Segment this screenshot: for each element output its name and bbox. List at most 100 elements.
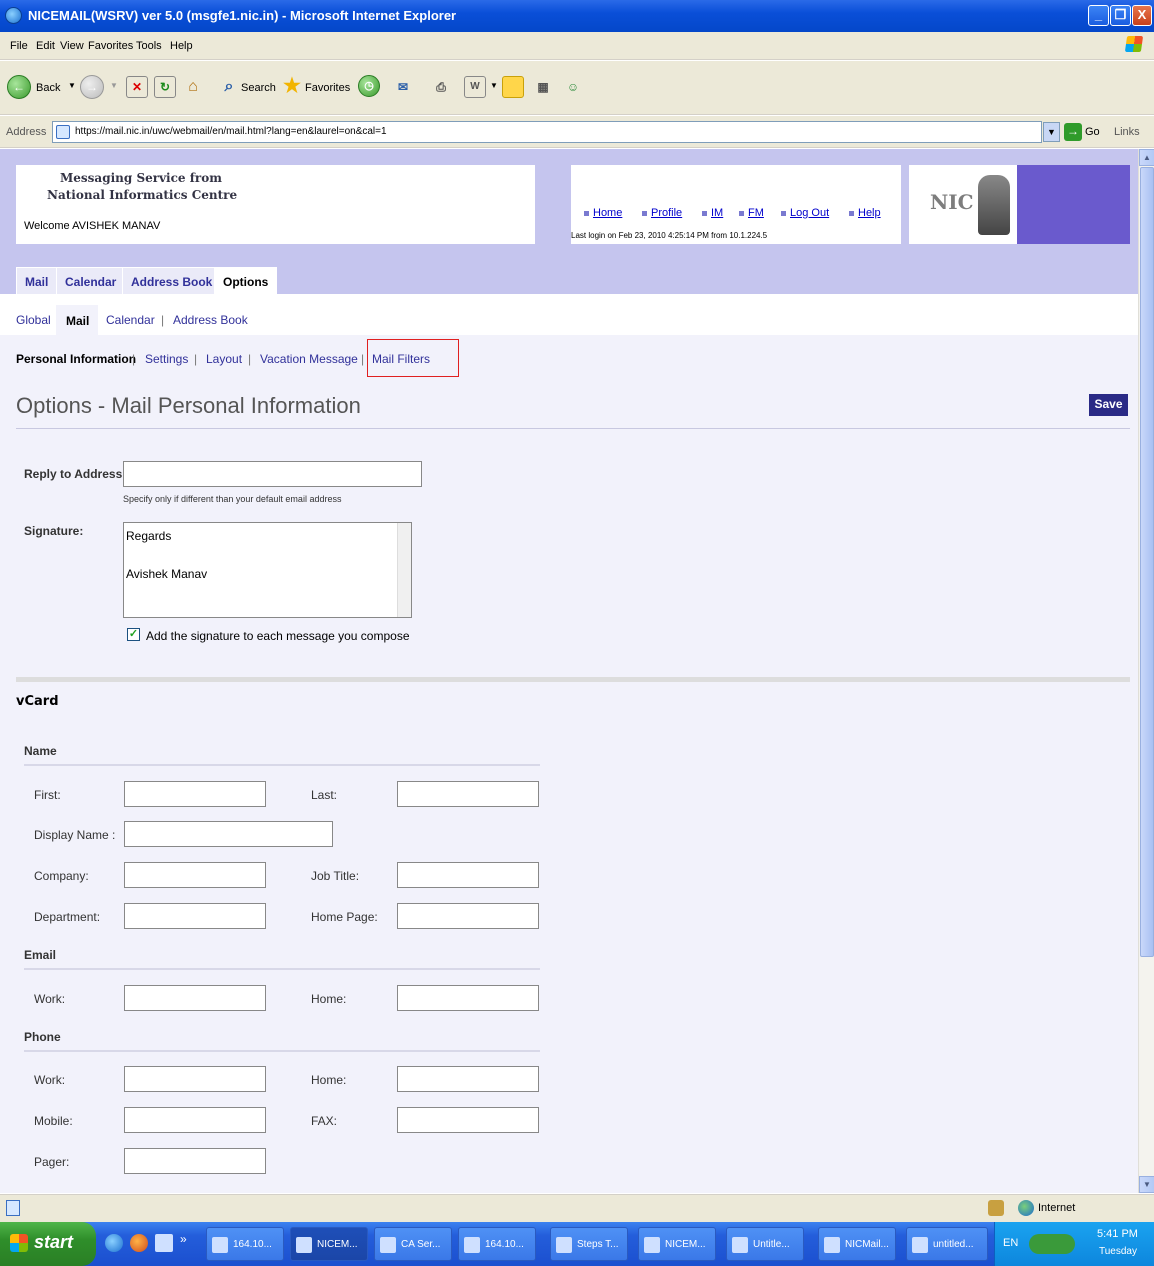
back-dropdown-icon[interactable]: ▼ [68, 81, 76, 90]
print-icon[interactable]: ⎙ [430, 76, 452, 98]
notes-icon[interactable] [502, 76, 524, 98]
task-button-active[interactable]: NICEM... [290, 1227, 368, 1261]
scrollbar-thumb[interactable] [1140, 167, 1154, 957]
ie-quicklaunch-icon[interactable] [105, 1234, 123, 1252]
forward-arrow-icon[interactable]: → [80, 75, 104, 99]
close-button[interactable]: X [1132, 5, 1152, 26]
menu-view[interactable]: View [60, 40, 84, 52]
im-link[interactable]: IM [702, 207, 723, 219]
favorites-star-icon[interactable]: ★ [281, 75, 303, 97]
edit-dropdown-icon[interactable]: ▼ [490, 81, 498, 90]
stop-icon[interactable]: ✕ [126, 76, 148, 98]
phone-home-input[interactable] [397, 1066, 539, 1092]
start-button[interactable]: start [0, 1222, 96, 1266]
subtab-global[interactable]: Global [16, 313, 51, 327]
quicklaunch-more-icon[interactable]: » [180, 1232, 187, 1246]
task-button[interactable]: Untitle... [726, 1227, 804, 1261]
company-input[interactable] [124, 862, 266, 888]
address-input[interactable]: https://mail.nic.in/uwc/webmail/en/mail.… [52, 121, 1042, 143]
window-title-bar[interactable]: NICEMAIL(WSRV) ver 5.0 (msgfe1.nic.in) -… [0, 0, 1154, 32]
desktop-quicklaunch-icon[interactable] [155, 1234, 173, 1252]
nav-vacation-message[interactable]: Vacation Message [260, 352, 358, 366]
links-label[interactable]: Links [1114, 126, 1140, 138]
nav-layout[interactable]: Layout [206, 352, 242, 366]
firefox-quicklaunch-icon[interactable] [130, 1234, 148, 1252]
menu-help[interactable]: Help [170, 40, 193, 52]
language-indicator[interactable]: EN [1003, 1237, 1018, 1249]
subtab-mail[interactable]: Mail [66, 314, 89, 328]
phone-work-input[interactable] [124, 1066, 266, 1092]
tab-address-book[interactable]: Address Book [122, 267, 222, 295]
task-button[interactable]: NICEM... [638, 1227, 716, 1261]
task-button[interactable]: Steps T... [550, 1227, 628, 1261]
pager-input[interactable] [124, 1148, 266, 1174]
edit-icon[interactable]: W [464, 76, 486, 98]
textarea-scrollbar[interactable] [397, 523, 411, 617]
scroll-down-icon[interactable]: ▼ [1139, 1176, 1154, 1193]
scroll-up-icon[interactable]: ▲ [1139, 149, 1154, 166]
fm-link[interactable]: FM [739, 207, 764, 219]
back-button-label[interactable]: Back [36, 82, 60, 94]
tab-options[interactable]: Options [214, 267, 278, 295]
taskbar: start » 164.10... NICEM... CA Ser... 164… [0, 1222, 1154, 1266]
logout-link[interactable]: Log Out [781, 207, 829, 219]
home-page-input[interactable] [397, 903, 539, 929]
restore-button[interactable]: ❐ [1110, 5, 1131, 26]
back-arrow-icon[interactable]: ← [7, 75, 31, 99]
search-button-label[interactable]: Search [241, 82, 276, 94]
task-button[interactable]: 164.10... [458, 1227, 536, 1261]
tab-mail[interactable]: Mail [16, 267, 58, 295]
home-link[interactable]: Home [584, 207, 622, 219]
internet-zone-icon [1018, 1200, 1034, 1216]
department-input[interactable] [124, 903, 266, 929]
menu-file[interactable]: File [10, 40, 28, 52]
last-label: Last: [311, 788, 338, 802]
reply-to-input[interactable] [123, 461, 422, 487]
favorites-button-label[interactable]: Favorites [305, 82, 350, 94]
go-button-label[interactable]: Go [1085, 126, 1100, 138]
security-icon [988, 1200, 1004, 1216]
forward-dropdown-icon[interactable]: ▼ [110, 81, 118, 90]
fax-input[interactable] [397, 1107, 539, 1133]
tray-icons[interactable] [1029, 1234, 1075, 1254]
home-icon[interactable]: ⌂ [182, 76, 204, 98]
search-icon[interactable]: ⌕ [218, 76, 240, 98]
first-name-input[interactable] [124, 781, 266, 807]
menu-favorites[interactable]: Favorites [88, 40, 133, 52]
separator: | [361, 352, 365, 366]
task-button[interactable]: 164.10... [206, 1227, 284, 1261]
subtab-calendar[interactable]: Calendar [106, 313, 155, 327]
tab-calendar[interactable]: Calendar [56, 267, 126, 295]
mobile-input[interactable] [124, 1107, 266, 1133]
app-icon [380, 1237, 396, 1253]
save-button[interactable]: Save [1089, 394, 1128, 416]
signature-checkbox[interactable]: ✓ [127, 628, 140, 641]
subtab-address-book[interactable]: Address Book [173, 313, 248, 327]
menu-tools[interactable]: Tools [136, 40, 162, 52]
profile-link[interactable]: Profile [642, 207, 682, 219]
nav-settings[interactable]: Settings [145, 352, 188, 366]
mail-icon[interactable]: ✉ [392, 76, 414, 98]
nav-mail-filters[interactable]: Mail Filters [372, 352, 430, 366]
nav-personal-information[interactable]: Personal Information [16, 352, 136, 366]
refresh-icon[interactable]: ↻ [154, 76, 176, 98]
job-title-input[interactable] [397, 862, 539, 888]
email-work-input[interactable] [124, 985, 266, 1011]
display-name-input[interactable] [124, 821, 333, 847]
messenger-icon[interactable]: ☺ [562, 76, 584, 98]
page-scrollbar[interactable]: ▲ ▼ [1138, 149, 1154, 1193]
minimize-button[interactable]: _ [1088, 5, 1109, 26]
help-link[interactable]: Help [849, 207, 881, 219]
task-button[interactable]: CA Ser... [374, 1227, 452, 1261]
menu-edit[interactable]: Edit [36, 40, 55, 52]
go-arrow-icon[interactable]: → [1064, 123, 1082, 141]
address-dropdown-icon[interactable]: ▼ [1043, 122, 1060, 142]
task-button[interactable]: untitled... [906, 1227, 988, 1261]
history-icon[interactable]: ◷ [358, 75, 380, 97]
signature-textarea[interactable]: Regards Avishek Manav [123, 522, 412, 618]
clock-time[interactable]: 5:41 PM [1097, 1228, 1138, 1240]
last-name-input[interactable] [397, 781, 539, 807]
research-icon[interactable]: ▦ [532, 76, 554, 98]
email-home-input[interactable] [397, 985, 539, 1011]
task-button[interactable]: NICMail... [818, 1227, 896, 1261]
